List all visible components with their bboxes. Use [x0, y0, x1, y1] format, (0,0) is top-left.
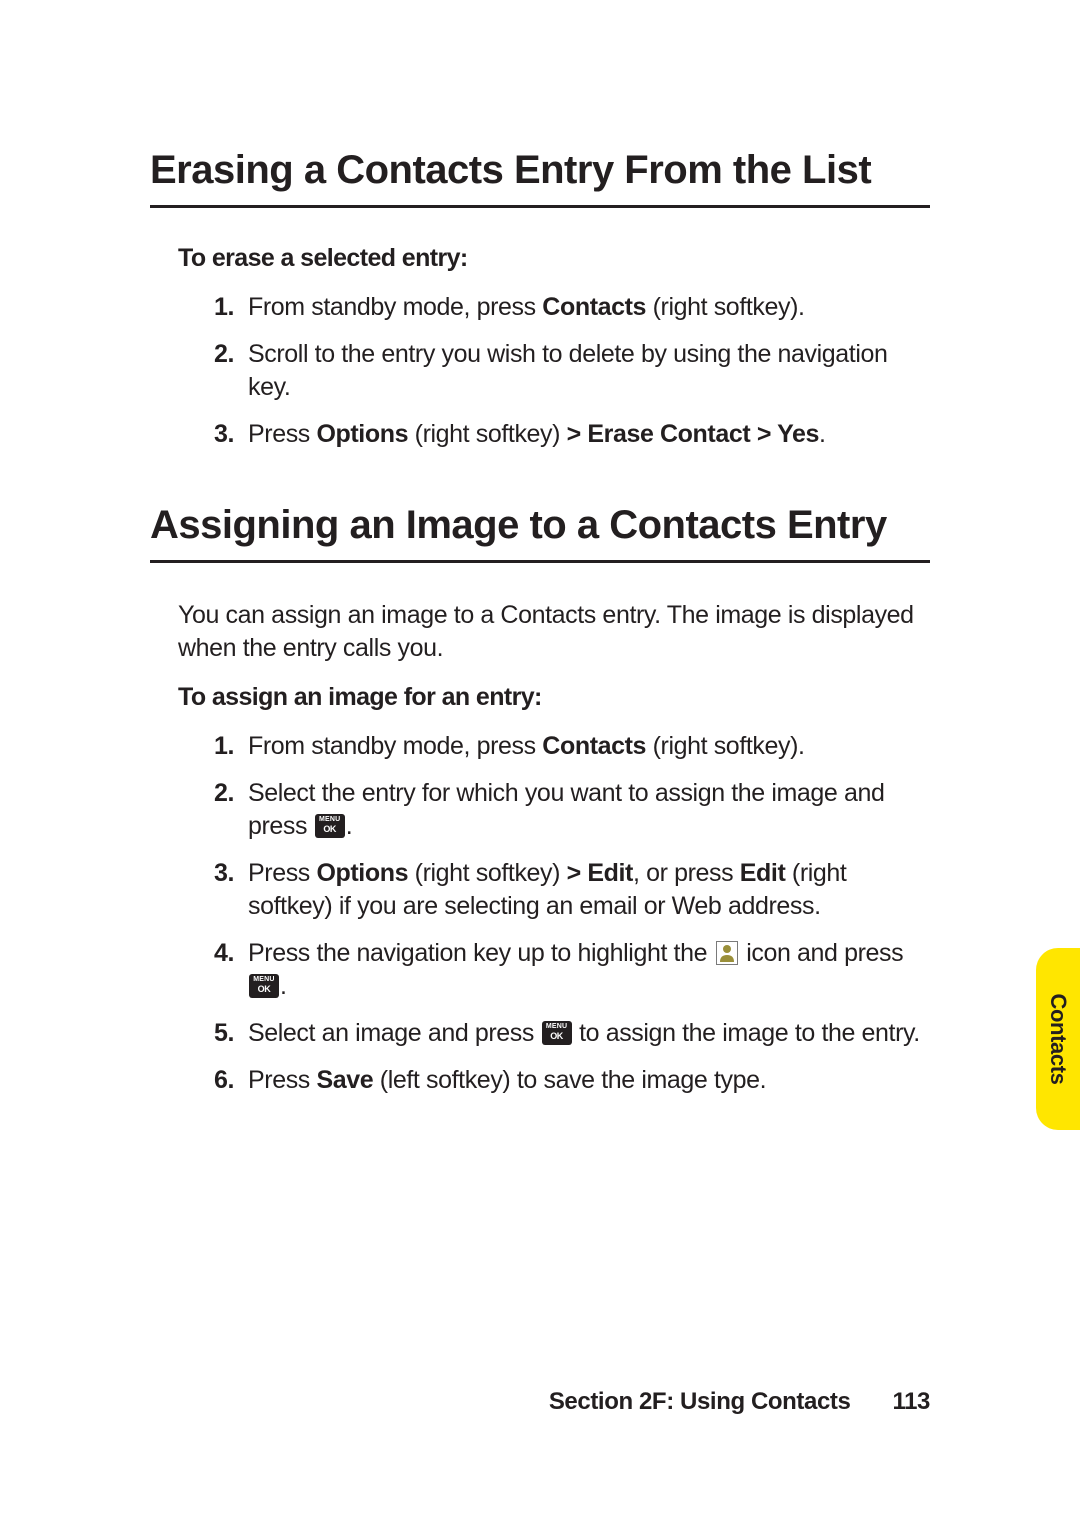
step-number: 2. [214, 338, 234, 371]
step-number: 3. [214, 418, 234, 451]
step-number: 4. [214, 937, 234, 970]
step-text: Press the navigation key up to highlight… [248, 939, 714, 967]
step-text: (left softkey) to save the image type. [373, 1066, 766, 1094]
step-text: , or press [633, 859, 740, 887]
step-text: Press [248, 1066, 316, 1094]
bold-contacts: Contacts [542, 732, 646, 760]
step-text: (right softkey) [408, 420, 567, 448]
subhead-assign: To assign an image for an entry: [178, 683, 930, 712]
step-item: 3. Press Options (right softkey) > Erase… [214, 418, 930, 451]
step-number: 5. [214, 1017, 234, 1050]
steps-erase: 1. From standby mode, press Contacts (ri… [178, 291, 930, 451]
intro-paragraph: You can assign an image to a Contacts en… [178, 599, 930, 665]
step-text: (right softkey). [646, 293, 805, 321]
footer-section: Section 2F: Using Contacts [549, 1388, 851, 1415]
step-text: . [346, 812, 353, 840]
contact-icon [716, 941, 738, 965]
step-number: 6. [214, 1064, 234, 1097]
section1-body: To erase a selected entry: 1. From stand… [150, 244, 930, 451]
bold-edit: Edit [740, 859, 786, 887]
menu-ok-icon [249, 974, 279, 998]
menu-ok-icon [542, 1021, 572, 1045]
step-number: 2. [214, 777, 234, 810]
menu-ok-icon [315, 814, 345, 838]
step-text: Select an image and press [248, 1019, 541, 1047]
bold-path: > Erase Contact > Yes [567, 420, 819, 448]
section-assign-image: Assigning an Image to a Contacts Entry Y… [150, 503, 930, 1097]
bold-options: Options [316, 859, 408, 887]
footer-page-number: 113 [892, 1388, 930, 1415]
heading-rule [150, 205, 930, 208]
step-item: 1. From standby mode, press Contacts (ri… [214, 730, 930, 763]
step-text: to assign the image to the entry. [573, 1019, 920, 1047]
manual-page: Erasing a Contacts Entry From the List T… [0, 0, 1080, 1526]
step-text: From standby mode, press [248, 732, 542, 760]
section-tab-label: Contacts [1045, 994, 1071, 1085]
subhead-erase: To erase a selected entry: [178, 244, 930, 273]
step-text: . [819, 420, 826, 448]
step-text: (right softkey). [646, 732, 805, 760]
page-footer: Section 2F: Using Contacts 113 [549, 1388, 930, 1416]
step-item: 2. Select the entry for which you want t… [214, 777, 930, 843]
step-item: 5. Select an image and press to assign t… [214, 1017, 930, 1050]
step-text: Press [248, 859, 316, 887]
heading-erase-contact: Erasing a Contacts Entry From the List [150, 148, 930, 193]
bold-contacts: Contacts [542, 293, 646, 321]
step-text: Scroll to the entry you wish to delete b… [248, 340, 887, 401]
step-text: (right softkey) [408, 859, 567, 887]
bold-options: Options [316, 420, 408, 448]
heading-assign-image: Assigning an Image to a Contacts Entry [150, 503, 930, 548]
step-item: 3. Press Options (right softkey) > Edit,… [214, 857, 930, 923]
step-text: Press [248, 420, 316, 448]
bold-save: Save [316, 1066, 373, 1094]
section-tab-contacts: Contacts [1036, 948, 1080, 1130]
step-number: 3. [214, 857, 234, 890]
step-text: . [280, 972, 287, 1000]
step-text: From standby mode, press [248, 293, 542, 321]
step-item: 6. Press Save (left softkey) to save the… [214, 1064, 930, 1097]
steps-assign: 1. From standby mode, press Contacts (ri… [178, 730, 930, 1097]
step-number: 1. [214, 730, 234, 763]
step-text: icon and press [740, 939, 904, 967]
step-item: 2. Scroll to the entry you wish to delet… [214, 338, 930, 404]
step-number: 1. [214, 291, 234, 324]
bold-edit-path: > Edit [567, 859, 633, 887]
heading-rule [150, 560, 930, 563]
step-item: 1. From standby mode, press Contacts (ri… [214, 291, 930, 324]
step-item: 4. Press the navigation key up to highli… [214, 937, 930, 1003]
section2-body: You can assign an image to a Contacts en… [150, 599, 930, 1097]
